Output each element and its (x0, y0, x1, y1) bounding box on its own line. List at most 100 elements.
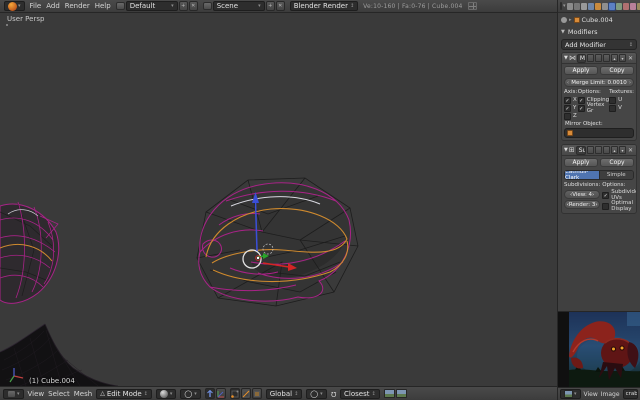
apply-button[interactable]: Apply (564, 66, 598, 75)
tab-physics-icon[interactable] (637, 3, 640, 10)
slider-left-arrow-icon[interactable]: ‹ (567, 80, 569, 86)
tab-render-layers-icon[interactable] (574, 3, 580, 10)
stepper-right-arrow-icon[interactable]: › (595, 202, 597, 208)
move-up-button[interactable]: ▴ (611, 54, 618, 62)
render-opengl-button[interactable] (384, 389, 395, 398)
properties-editor: ▾ ▸ Cube.004 ▼ Modifiers Add Modifier ↕ (557, 0, 640, 311)
chevron-down-icon: ▾ (563, 3, 566, 9)
transform-orientation-select[interactable]: Global ↕ (266, 389, 303, 399)
viewport-shading-select[interactable]: ▾ (156, 389, 177, 399)
menu-view[interactable]: View (584, 391, 598, 398)
pivot-point-select[interactable]: ◯ ▾ (180, 389, 200, 399)
tab-render-icon[interactable] (567, 3, 573, 10)
viewport-canvas[interactable] (0, 13, 557, 386)
delete-scene-button[interactable]: ✕ (276, 1, 285, 11)
tab-world-icon[interactable] (588, 3, 594, 10)
menu-mesh[interactable]: Mesh (74, 390, 92, 398)
tab-material-icon[interactable] (623, 3, 629, 10)
merge-limit-slider[interactable]: ‹ Merge Limit: 0.0010 › (564, 78, 634, 87)
view-name-label: User Persp (7, 15, 44, 23)
move-down-button[interactable]: ▾ (619, 54, 626, 62)
editor-type-menu[interactable]: ▾ (560, 389, 581, 399)
menu-file[interactable]: File (30, 2, 42, 10)
tab-object-data-icon[interactable] (616, 3, 622, 10)
image-name-field[interactable]: crab.jpg (623, 389, 638, 399)
proportional-edit-select[interactable]: ◯ ▾ (306, 389, 326, 399)
menu-help[interactable]: Help (95, 2, 111, 10)
stepper-right-arrow-icon[interactable]: › (592, 192, 594, 198)
render-opengl-anim-button[interactable] (396, 389, 407, 398)
simple-button[interactable]: Simple (599, 171, 634, 179)
modifier-name-field[interactable]: Mirror (577, 54, 586, 63)
tab-modifiers-wrench-icon[interactable] (609, 3, 615, 10)
expand-triangle-icon[interactable]: ▼ (564, 55, 568, 61)
subsurf-modifier-header[interactable]: ▼ ⊞ Subsurf ▴ ▾ ✕ (562, 145, 636, 156)
checkbox-mirror-u[interactable]: U (609, 96, 634, 104)
face-select-button[interactable] (252, 388, 262, 399)
3d-viewport[interactable]: User Persp (1) Cube.004 (0, 13, 557, 386)
delete-modifier-icon[interactable]: ✕ (627, 147, 634, 154)
properties-editor-icon[interactable] (560, 2, 562, 10)
checkbox-vertex-groups[interactable]: ✓ Vertex Gr (578, 104, 609, 112)
checkbox-axis-z[interactable]: Z (564, 112, 578, 120)
viewport-visibility-toggle[interactable] (595, 146, 602, 154)
menu-add[interactable]: Add (46, 2, 60, 10)
delete-modifier-icon[interactable]: ✕ (627, 55, 634, 62)
menu-render[interactable]: Render (65, 2, 90, 10)
checkbox-mirror-v[interactable]: V (609, 104, 634, 112)
copy-button[interactable]: Copy (600, 66, 634, 75)
menu-select[interactable]: Select (48, 390, 70, 398)
manipulator-axis-widget[interactable] (216, 388, 226, 399)
move-up-button[interactable]: ▴ (611, 146, 618, 154)
render-visibility-toggle[interactable] (587, 146, 594, 154)
checkbox-optimal-display[interactable]: Optimal Display (602, 202, 637, 210)
catmull-clark-button[interactable]: Catmull-Clark (565, 171, 599, 179)
move-down-button[interactable]: ▾ (619, 146, 626, 154)
editmode-visibility-toggle[interactable] (603, 146, 610, 154)
add-scene-button[interactable]: + (266, 1, 275, 11)
apply-button[interactable]: Apply (564, 158, 598, 167)
expand-triangle-icon: ▼ (561, 29, 565, 35)
render-visibility-toggle[interactable] (587, 54, 594, 62)
left-mesh-wireframe[interactable] (0, 202, 59, 303)
snap-magnet-icon[interactable]: Ω (331, 390, 336, 398)
tab-texture-icon[interactable] (630, 3, 636, 10)
manipulator-translate-toggle[interactable] (205, 388, 215, 399)
mirror-modifier-header[interactable]: ▼ ⋈ Mirror ▴ ▾ ✕ (562, 53, 636, 64)
render-engine-select[interactable]: Blender Render ↕ (290, 1, 358, 11)
vertex-select-button[interactable] (230, 388, 240, 399)
render-preview-art[interactable] (569, 312, 640, 388)
checkbox-subdivide-uvs[interactable]: ✓ Subdivide UVs (602, 191, 637, 199)
modifier-name-field[interactable]: Subsurf (576, 146, 586, 155)
snap-target-select[interactable]: Closest ↕ (340, 389, 380, 399)
menu-view[interactable]: View (28, 390, 45, 398)
expand-triangle-icon[interactable]: ▼ (564, 147, 568, 153)
tab-object-icon[interactable] (595, 3, 601, 10)
editor-type-menu[interactable]: ▾ (3, 389, 24, 399)
subdivisions-label: Subdivisions: (564, 182, 600, 189)
edge-select-button[interactable] (241, 388, 251, 399)
view-subdivisions-stepper[interactable]: ‹ View: 4 › (564, 190, 600, 199)
checkbox-axis-x[interactable]: ✓ X (564, 96, 578, 104)
copy-button[interactable]: Copy (600, 158, 634, 167)
mirror-object-field[interactable] (564, 128, 634, 138)
slider-right-arrow-icon[interactable]: › (629, 80, 631, 86)
menu-image[interactable]: Image (601, 391, 620, 398)
modifiers-panel-header[interactable]: ▼ Modifiers (558, 25, 640, 37)
render-subdivisions-stepper[interactable]: ‹ Render: 3 › (564, 200, 600, 209)
editor-type-menu[interactable]: ▾ (4, 1, 25, 11)
scene-select[interactable]: Scene ▾ (213, 1, 265, 11)
chevron-down-icon: ▾ (171, 3, 174, 9)
claw-mesh-wireframe[interactable] (197, 178, 358, 306)
screen-layout-select[interactable]: Default ▾ (126, 1, 178, 11)
add-layout-button[interactable]: + (179, 1, 188, 11)
mode-select[interactable]: △ Edit Mode ↕ (96, 389, 152, 399)
delete-layout-button[interactable]: ✕ (189, 1, 198, 11)
tab-scene-icon[interactable] (581, 3, 587, 10)
options-label: Options: (578, 89, 609, 96)
add-modifier-dropdown[interactable]: Add Modifier ↕ (561, 39, 637, 50)
viewport-visibility-toggle[interactable] (595, 54, 602, 62)
checkbox-axis-y[interactable]: ✓ Y (564, 104, 578, 112)
tab-constraints-icon[interactable] (602, 3, 608, 10)
editmode-visibility-toggle[interactable] (603, 54, 610, 62)
